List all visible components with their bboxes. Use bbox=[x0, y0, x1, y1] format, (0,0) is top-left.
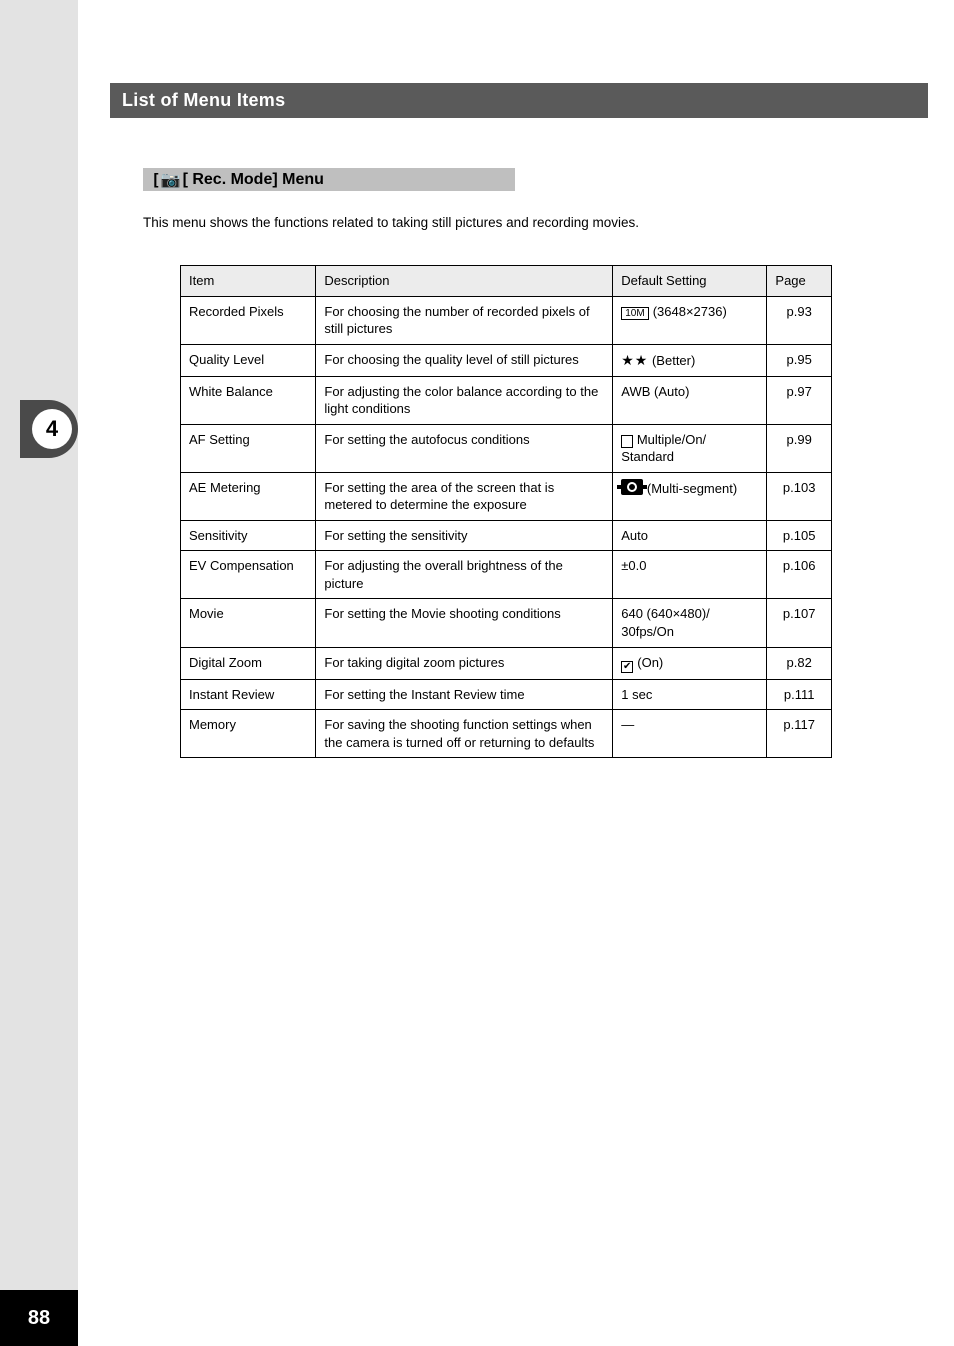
page-header: List of Menu Items bbox=[110, 83, 928, 118]
table-row: Memory For saving the shooting function … bbox=[181, 710, 832, 758]
page-number: 88 bbox=[0, 1290, 78, 1346]
metering-icon bbox=[621, 479, 643, 495]
cell-default: ★★ (Better) bbox=[613, 344, 767, 376]
section-tab: 4 bbox=[20, 400, 78, 458]
cell-page: p.105 bbox=[767, 520, 832, 551]
cell-default: — bbox=[613, 710, 767, 758]
cell-item: Instant Review bbox=[181, 679, 316, 710]
page: 4 88 List of Menu Items [📷 [ Rec. Mode] … bbox=[0, 0, 954, 1346]
cell-item: Quality Level bbox=[181, 344, 316, 376]
table-row: White Balance For adjusting the color ba… bbox=[181, 376, 832, 424]
table-row: Instant Review For setting the Instant R… bbox=[181, 679, 832, 710]
cell-item: AF Setting bbox=[181, 424, 316, 472]
cell-item: Digital Zoom bbox=[181, 647, 316, 679]
cell-default: ±0.0 bbox=[613, 551, 767, 599]
cell-page: p.97 bbox=[767, 376, 832, 424]
cell-default: 10M10M (3648×2736)(3648×2736) bbox=[613, 296, 767, 344]
af-icon bbox=[621, 435, 633, 448]
section-subheader: [📷 [ Rec. Mode] Menu bbox=[143, 168, 515, 191]
col-default-header: Default Setting bbox=[613, 266, 767, 297]
cell-item: EV Compensation bbox=[181, 551, 316, 599]
cell-desc: For choosing the quality level of still … bbox=[316, 344, 613, 376]
table-row: AF Setting For setting the autofocus con… bbox=[181, 424, 832, 472]
cell-item: White Balance bbox=[181, 376, 316, 424]
table-header-row: Item Description Default Setting Page bbox=[181, 266, 832, 297]
cell-item: AE Metering bbox=[181, 472, 316, 520]
cell-default: 640 (640×480)/ 30fps/On bbox=[613, 599, 767, 647]
cell-item: Memory bbox=[181, 710, 316, 758]
cell-desc: For saving the shooting function setting… bbox=[316, 710, 613, 758]
star-icon: ★★ bbox=[621, 352, 648, 368]
cell-page: p.107 bbox=[767, 599, 832, 647]
table-row: Recorded Pixels For choosing the number … bbox=[181, 296, 832, 344]
section-tab-number: 4 bbox=[32, 409, 72, 449]
cell-desc: For choosing the number of recorded pixe… bbox=[316, 296, 613, 344]
cell-default: (Multi-segment) bbox=[613, 472, 767, 520]
table-row: AE Metering For setting the area of the … bbox=[181, 472, 832, 520]
cell-page: p.103 bbox=[767, 472, 832, 520]
table-row: Movie For setting the Movie shooting con… bbox=[181, 599, 832, 647]
col-page-header: Page bbox=[767, 266, 832, 297]
table-row: Digital Zoom For taking digital zoom pic… bbox=[181, 647, 832, 679]
cell-desc: For adjusting the color balance accordin… bbox=[316, 376, 613, 424]
table-row: EV Compensation For adjusting the overal… bbox=[181, 551, 832, 599]
cell-desc: For setting the Instant Review time bbox=[316, 679, 613, 710]
subheader-text: [ Rec. Mode] Menu bbox=[183, 171, 324, 189]
cell-desc: For setting the sensitivity bbox=[316, 520, 613, 551]
section-description: This menu shows the functions related to… bbox=[143, 213, 863, 233]
cell-desc: For setting the area of the screen that … bbox=[316, 472, 613, 520]
cell-item: Movie bbox=[181, 599, 316, 647]
cell-default: Auto bbox=[613, 520, 767, 551]
pixels-icon: 10M bbox=[621, 307, 648, 320]
cell-page: p.111 bbox=[767, 679, 832, 710]
cell-page: p.95 bbox=[767, 344, 832, 376]
col-item-header: Item bbox=[181, 266, 316, 297]
cell-page: p.99 bbox=[767, 424, 832, 472]
camera-icon: [📷 bbox=[151, 170, 181, 189]
checkbox-icon: ✔ bbox=[621, 661, 633, 673]
cell-default: AWB (Auto) bbox=[613, 376, 767, 424]
col-desc-header: Description bbox=[316, 266, 613, 297]
cell-item: Sensitivity bbox=[181, 520, 316, 551]
table-row: Quality Level For choosing the quality l… bbox=[181, 344, 832, 376]
cell-default: ✔O (On)(On) bbox=[613, 647, 767, 679]
cell-desc: For adjusting the overall brightness of … bbox=[316, 551, 613, 599]
cell-default: 1 sec bbox=[613, 679, 767, 710]
cell-page: p.82 bbox=[767, 647, 832, 679]
cell-page: p.106 bbox=[767, 551, 832, 599]
cell-default: Multiple/On/ Standard bbox=[613, 424, 767, 472]
cell-desc: For setting the Movie shooting condition… bbox=[316, 599, 613, 647]
table-row: Sensitivity For setting the sensitivity … bbox=[181, 520, 832, 551]
cell-item: Recorded Pixels bbox=[181, 296, 316, 344]
settings-table: Item Description Default Setting Page Re… bbox=[180, 265, 832, 758]
cell-desc: For setting the autofocus conditions bbox=[316, 424, 613, 472]
cell-page: p.117 bbox=[767, 710, 832, 758]
cell-page: p.93 bbox=[767, 296, 832, 344]
cell-desc: For taking digital zoom pictures bbox=[316, 647, 613, 679]
left-gutter bbox=[0, 0, 78, 1346]
